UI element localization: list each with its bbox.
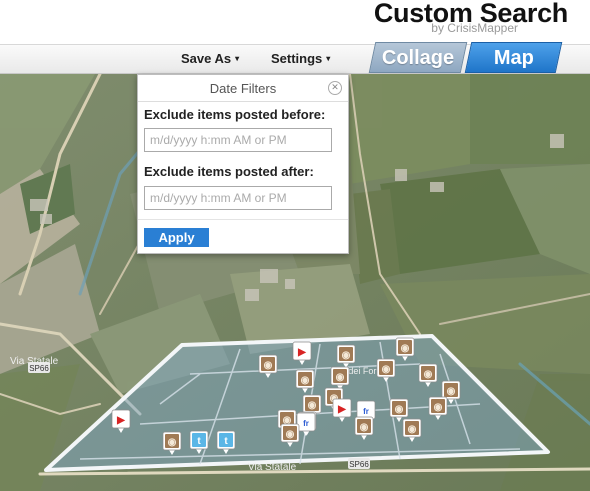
save-as-label: Save As — [181, 51, 232, 66]
road-label-3: SP66 — [349, 460, 369, 469]
chevron-down-icon: ▾ — [326, 54, 331, 63]
before-date-label: Exclude items posted before: — [144, 107, 326, 122]
after-date-input[interactable] — [144, 186, 332, 210]
svg-text:◉: ◉ — [342, 350, 351, 361]
svg-text:◉: ◉ — [395, 404, 404, 415]
before-date-input[interactable] — [144, 128, 332, 152]
svg-text:fr: fr — [303, 419, 309, 428]
svg-text:◉: ◉ — [382, 364, 391, 375]
svg-text:◉: ◉ — [447, 386, 456, 397]
svg-text:◉: ◉ — [336, 372, 345, 383]
tab-collage-label: Collage — [381, 47, 455, 69]
app-header: Custom Search by CrisisMapper — [0, 0, 590, 44]
svg-text:▶: ▶ — [297, 347, 307, 358]
divider — [138, 219, 348, 220]
svg-text:▶: ▶ — [337, 404, 347, 415]
divider — [138, 101, 348, 102]
svg-text:◉: ◉ — [360, 422, 369, 433]
road-label-5: Via Statale — [248, 462, 297, 473]
svg-text:◉: ◉ — [408, 424, 417, 435]
road-label-2: Via Statale — [10, 356, 59, 367]
apply-button[interactable]: Apply — [144, 228, 209, 247]
save-as-menu[interactable]: Save As ▾ — [181, 51, 239, 66]
svg-text:◉: ◉ — [286, 429, 295, 440]
svg-text:▶: ▶ — [116, 415, 126, 426]
after-date-label: Exclude items posted after: — [144, 164, 314, 179]
date-filters-title: Date Filters — [209, 81, 277, 96]
svg-text:◉: ◉ — [264, 360, 273, 371]
svg-text:fr: fr — [363, 407, 369, 416]
svg-text:◉: ◉ — [308, 400, 317, 411]
close-icon[interactable]: ✕ — [328, 81, 342, 95]
tab-map-label: Map — [493, 47, 534, 69]
tab-collage[interactable]: Collage — [368, 42, 468, 73]
settings-label: Settings — [271, 51, 323, 66]
svg-text:◉: ◉ — [434, 402, 443, 413]
svg-text:◉: ◉ — [401, 343, 410, 354]
svg-text:◉: ◉ — [168, 437, 177, 448]
svg-text:◉: ◉ — [301, 375, 310, 386]
chevron-down-icon: ▾ — [235, 54, 240, 63]
svg-text:◉: ◉ — [424, 369, 433, 380]
tab-map[interactable]: Map — [464, 42, 563, 73]
date-filters-popup: Date Filters ✕ Exclude items posted befo… — [137, 74, 349, 254]
settings-menu[interactable]: Settings ▾ — [271, 51, 330, 66]
app-subtitle: by CrisisMapper — [431, 21, 518, 35]
